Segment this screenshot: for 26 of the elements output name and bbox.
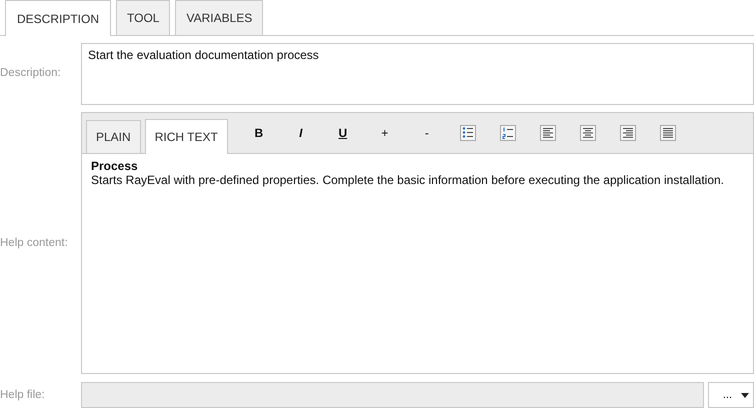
description-field[interactable]: Start the evaluation documentation process: [81, 43, 754, 105]
format-button[interactable]: B: [238, 126, 280, 140]
justify-icon[interactable]: [660, 125, 676, 141]
tab[interactable]: DESCRIPTION: [5, 0, 112, 36]
field-label: Help file:: [0, 389, 46, 401]
align-right-icon[interactable]: [620, 125, 636, 141]
format-button[interactable]: -: [406, 126, 448, 140]
tab[interactable]: VARIABLES: [175, 0, 264, 35]
format-button[interactable]: +: [364, 126, 406, 140]
rich-text-editor[interactable]: PLAIN RICH TEXT B I U + - Process Starts RayEval with pre-defined properties. Complete the basic information before executing the application installation.: [81, 112, 754, 374]
tab[interactable]: TOOL: [116, 0, 170, 35]
browse-dropdown[interactable]: ...: [708, 382, 754, 408]
field-label: Description:: [0, 67, 62, 79]
bulleted-list-icon[interactable]: [460, 125, 476, 141]
numbered-list-icon[interactable]: [500, 125, 516, 141]
help-heading: Process: [91, 159, 139, 173]
help-file-field[interactable]: [81, 382, 704, 408]
editor-tab[interactable]: PLAIN: [86, 120, 141, 153]
field-label: Help content:: [0, 237, 69, 249]
format-button[interactable]: I: [280, 126, 322, 140]
format-button[interactable]: U: [322, 126, 364, 140]
help-text: Starts RayEval with pre-defined properties. Complete the basic information before executing the application installation.: [91, 173, 726, 187]
caret-icon: [741, 392, 749, 398]
align-left-icon[interactable]: [540, 125, 556, 141]
align-center-icon[interactable]: [580, 125, 596, 141]
editor-tab[interactable]: RICH TEXT: [144, 119, 228, 154]
